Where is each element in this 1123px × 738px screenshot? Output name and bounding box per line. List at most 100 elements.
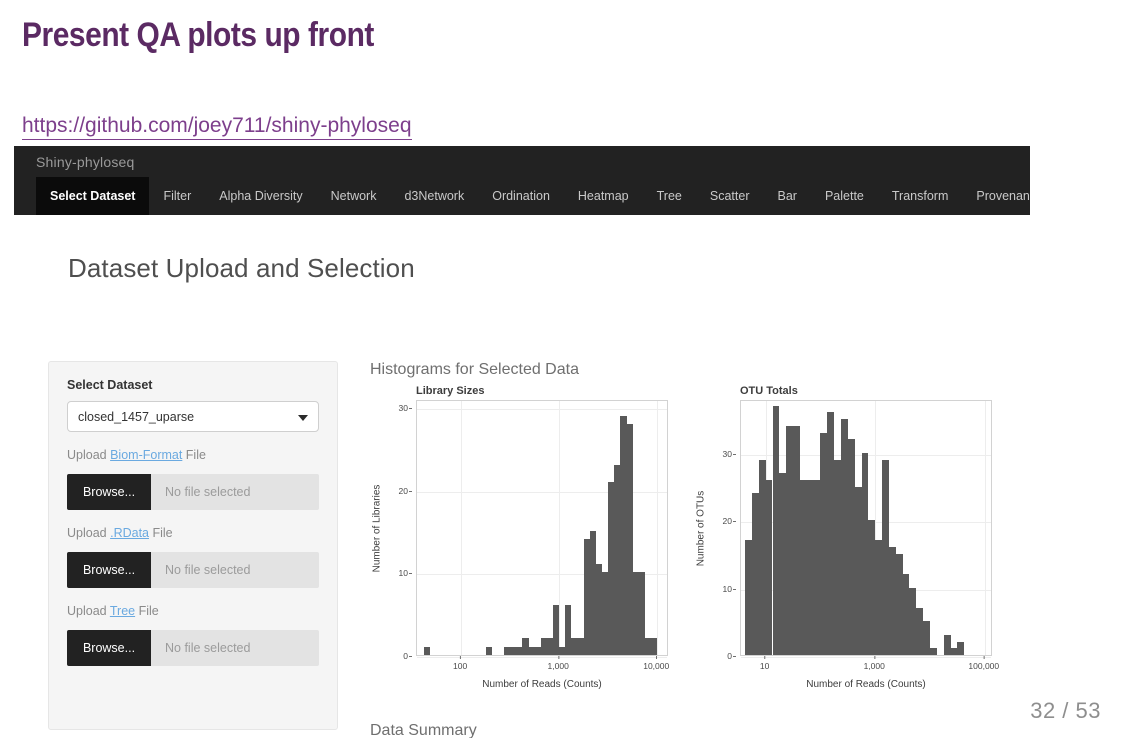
tab-tree[interactable]: Tree bbox=[643, 177, 696, 215]
histogram-bar bbox=[882, 459, 889, 655]
tab-label: Network bbox=[330, 189, 377, 203]
slide: Present QA plots up front https://github… bbox=[0, 0, 1123, 738]
histogram-bar bbox=[751, 493, 759, 655]
upload-format-link[interactable]: Biom-Format bbox=[110, 448, 182, 462]
histogram-bar bbox=[902, 574, 910, 655]
upload-prefix: Upload bbox=[67, 526, 111, 540]
file-status-text: No file selected bbox=[165, 641, 251, 655]
browse-button[interactable]: Browse... bbox=[67, 474, 151, 510]
shiny-app-screenshot: Shiny-phyloseq Select Dataset Filter Alpha… bbox=[14, 146, 1030, 738]
gridline-vertical bbox=[559, 401, 561, 655]
y-ticks: 0 10 20 30 bbox=[384, 400, 413, 661]
tab-provenance[interactable]: Provenance bbox=[962, 177, 1030, 215]
y-axis-title-text: Number of Libraries bbox=[371, 484, 383, 572]
tab-filter[interactable]: Filter bbox=[149, 177, 205, 215]
histogram-bar bbox=[820, 432, 828, 655]
upload-label-0: Upload Biom-Format File bbox=[67, 448, 319, 462]
browse-button[interactable]: Browse... bbox=[67, 630, 151, 666]
histogram-bar bbox=[745, 540, 752, 655]
histogram-bar bbox=[923, 621, 930, 655]
browse-button[interactable]: Browse... bbox=[67, 552, 151, 588]
plot-body: Number of OTUs 0 10 20 30 bbox=[694, 400, 992, 661]
histogram-bar bbox=[806, 479, 814, 655]
data-summary-heading: Data Summary bbox=[370, 722, 477, 738]
x-tick-label: 100 bbox=[453, 656, 468, 671]
x-ticks: 10 1,000 100,000 bbox=[740, 656, 1030, 677]
plot-panel bbox=[416, 400, 668, 658]
page-title: Present QA plots up front bbox=[22, 16, 374, 54]
tab-label: Ordination bbox=[492, 189, 550, 203]
histogram-bar bbox=[875, 540, 883, 655]
x-tick-label: 100,000 bbox=[968, 656, 1000, 671]
gridline-horizontal bbox=[417, 409, 667, 411]
tab-label: d3Network bbox=[404, 189, 465, 203]
tab-scatter[interactable]: Scatter bbox=[696, 177, 764, 215]
histogram-bar bbox=[909, 587, 917, 655]
gridline-horizontal bbox=[741, 657, 991, 658]
histogram-bar bbox=[758, 459, 766, 655]
file-status-text: No file selected bbox=[165, 563, 251, 577]
tab-label: Scatter bbox=[709, 189, 750, 203]
x-axis-title: Number of Reads (Counts) bbox=[806, 679, 926, 690]
x-tick-label: 1,000 bbox=[547, 656, 569, 671]
tab-alpha-diversity[interactable]: Alpha Diversity bbox=[205, 177, 316, 215]
x-tick-label: 10 bbox=[759, 656, 770, 671]
upload-sections: Upload Biom-Format File Browse... No file … bbox=[67, 448, 319, 666]
file-input-row-2[interactable]: Browse... No file selected bbox=[67, 630, 319, 666]
gridline-horizontal bbox=[417, 657, 667, 658]
dataset-select[interactable]: closed_1457_uparse bbox=[67, 401, 319, 432]
histogram-bar bbox=[799, 479, 807, 655]
tab-label: Tree bbox=[656, 189, 682, 203]
sidebar-panel: Select Dataset closed_1457_uparse Upload… bbox=[48, 361, 338, 730]
github-link[interactable]: https://github.com/joey711/shiny-phylose… bbox=[22, 114, 412, 140]
tab-heatmap[interactable]: Heatmap bbox=[564, 177, 643, 215]
tab-label: Palette bbox=[824, 189, 864, 203]
y-tick-label: 20 bbox=[722, 516, 737, 527]
histogram-bar bbox=[943, 634, 951, 655]
chevron-down-icon bbox=[298, 414, 308, 421]
y-tick-label: 10 bbox=[398, 568, 413, 579]
y-axis-title-text: Number of OTUs bbox=[695, 490, 707, 566]
upload-prefix: Upload bbox=[67, 448, 111, 462]
upload-suffix: File bbox=[149, 526, 173, 540]
plot-library-sizes: Library Sizes Number of Libraries 0 10 20 30 1… bbox=[370, 385, 670, 690]
file-input-row-0[interactable]: Browse... No file selected bbox=[67, 474, 319, 510]
file-input-row-1[interactable]: Browse... No file selected bbox=[67, 552, 319, 588]
plot-body: Number of Libraries 0 10 20 30 bbox=[370, 400, 668, 661]
y-tick-label: 0 bbox=[727, 651, 736, 661]
tab-select-dataset[interactable]: Select Dataset bbox=[36, 177, 150, 215]
tab-d3network[interactable]: d3Network bbox=[390, 177, 478, 215]
tab-network[interactable]: Network bbox=[317, 177, 391, 215]
plot-panel bbox=[740, 400, 992, 658]
histogram-bar bbox=[779, 473, 787, 655]
plot-title: Library Sizes bbox=[416, 385, 485, 397]
tab-transform[interactable]: Transform bbox=[878, 177, 963, 215]
histogram-bar bbox=[772, 405, 780, 655]
upload-format-link[interactable]: .RData bbox=[110, 526, 149, 540]
tab-ordination[interactable]: Ordination bbox=[478, 177, 564, 215]
tab-label: Alpha Diversity bbox=[219, 189, 303, 203]
y-ticks: 0 10 20 30 bbox=[708, 400, 737, 661]
app-brand: Shiny-phyloseq bbox=[36, 154, 135, 170]
navbar: Shiny-phyloseq Select Dataset Filter Alpha… bbox=[14, 146, 1030, 215]
upload-label-2: Upload Tree File bbox=[67, 604, 319, 618]
upload-label-1: Upload .RData File bbox=[67, 526, 319, 540]
upload-suffix: File bbox=[135, 604, 159, 618]
histogram-bar bbox=[930, 648, 937, 655]
histogram-bar bbox=[793, 425, 800, 655]
tab-palette[interactable]: Palette bbox=[811, 177, 878, 215]
x-tick-label: 10,000 bbox=[643, 656, 670, 671]
gridline-vertical bbox=[657, 401, 659, 655]
histogram-bar bbox=[813, 479, 821, 655]
tab-label: Transform bbox=[891, 189, 949, 203]
tab-bar[interactable]: Bar bbox=[764, 177, 811, 215]
histograms-heading: Histograms for Selected Data bbox=[370, 361, 579, 378]
upload-format-link[interactable]: Tree bbox=[110, 604, 135, 618]
tab-label: Bar bbox=[777, 189, 797, 203]
histogram-bar bbox=[840, 419, 848, 655]
select-dataset-label: Select Dataset bbox=[67, 378, 153, 392]
page-number: 32 / 53 bbox=[1030, 698, 1101, 723]
y-tick-label: 0 bbox=[403, 651, 412, 661]
app-content: Dataset Upload and Selection Select Data… bbox=[14, 215, 1030, 738]
histogram-bar bbox=[485, 646, 492, 655]
